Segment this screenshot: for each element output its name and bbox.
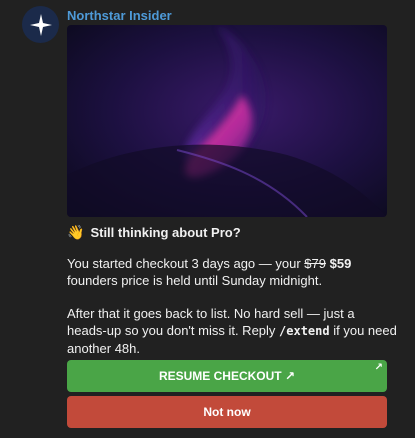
- external-link-icon: ↗: [374, 362, 383, 373]
- star-icon: [29, 13, 52, 36]
- message-title: 👋 Still thinking about Pro?: [67, 224, 397, 241]
- hero-image: [67, 25, 387, 217]
- message-paragraph-2: After that it goes back to list. No hard…: [67, 305, 397, 357]
- not-now-button[interactable]: Not now: [67, 396, 387, 428]
- resume-checkout-button[interactable]: RESUME CHECKOUT ↗ ↗: [67, 360, 387, 392]
- new-price: $59: [329, 256, 352, 271]
- avatar[interactable]: [22, 6, 59, 43]
- text-fragment: You started checkout 3 days ago — your: [67, 256, 305, 271]
- extend-command[interactable]: /extend: [279, 324, 330, 338]
- sender-name[interactable]: Northstar Insider: [67, 8, 172, 23]
- waving-hand-icon: 👋: [67, 224, 85, 240]
- message-paragraph-1: You started checkout 3 days ago — your $…: [67, 255, 397, 289]
- text-fragment: founders price is held until Sunday midn…: [67, 273, 323, 288]
- resume-checkout-label: RESUME CHECKOUT ↗: [158, 369, 296, 383]
- message-body: 👋 Still thinking about Pro? You started …: [67, 224, 397, 357]
- message-title-text: Still thinking about Pro?: [90, 225, 241, 240]
- old-price: $79: [304, 256, 326, 271]
- not-now-label: Not now: [203, 405, 251, 419]
